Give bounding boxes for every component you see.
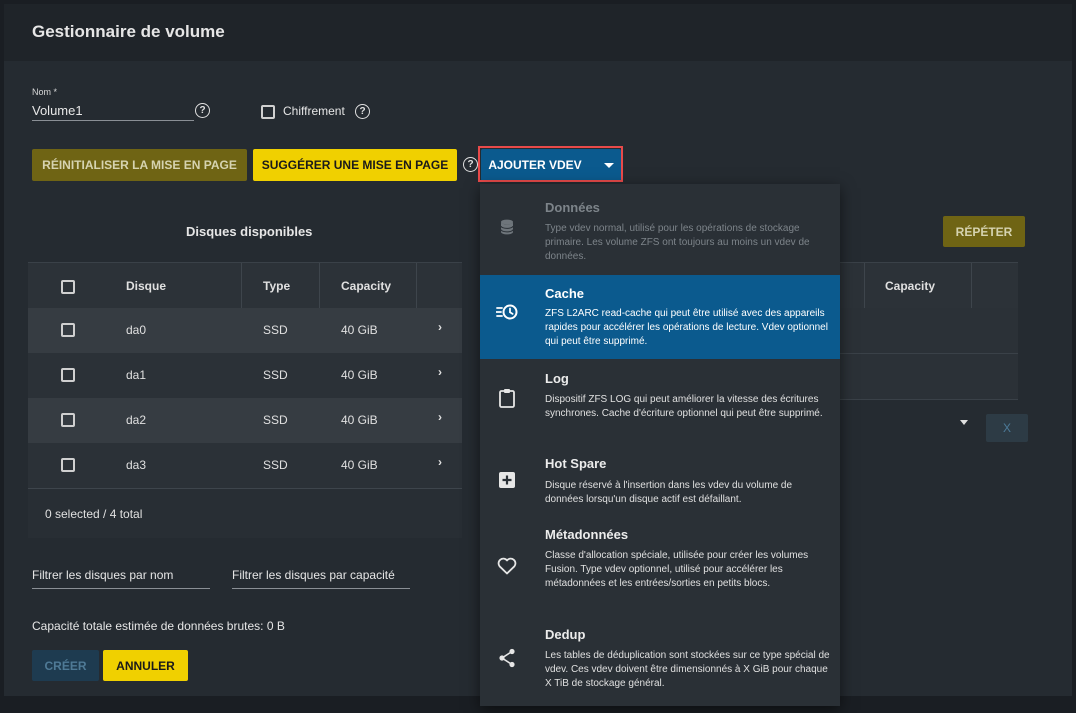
- encryption-help-icon[interactable]: ?: [355, 104, 370, 119]
- table-row[interactable]: da2 SSD 40 GiB ›: [28, 398, 462, 443]
- database-icon: [496, 216, 518, 238]
- disk-name: da0: [126, 323, 147, 337]
- menu-item-description: Disque réservé à l'insertion dans les vd…: [545, 480, 793, 505]
- menu-item-cache[interactable]: Cache ZFS L2ARC read-cache qui peut être…: [480, 275, 840, 359]
- column-separator: [864, 263, 865, 309]
- chevron-right-icon[interactable]: ›: [438, 410, 442, 424]
- column-separator: [416, 263, 417, 309]
- chevron-right-icon[interactable]: ›: [438, 320, 442, 334]
- menu-item-title: Cache: [545, 286, 585, 301]
- menu-item-description: Classe d'allocation spéciale, utilisée p…: [545, 550, 809, 589]
- row-checkbox[interactable]: [61, 413, 75, 427]
- create-button[interactable]: CRÉER: [32, 650, 99, 681]
- disk-capacity: 40 GiB: [341, 323, 378, 337]
- filter-by-capacity-input[interactable]: Filtrer les disques par capacité: [232, 568, 410, 589]
- filter-by-name-input[interactable]: Filtrer les disques par nom: [32, 568, 210, 589]
- disk-type: SSD: [263, 323, 288, 337]
- column-header-disk[interactable]: Disque: [126, 279, 166, 293]
- disk-type: SSD: [263, 368, 288, 382]
- card-header: Gestionnaire de volume: [4, 4, 1072, 61]
- disk-capacity: 40 GiB: [341, 368, 378, 382]
- selection-count: 0 selected / 4 total: [45, 507, 143, 521]
- column-header-capacity[interactable]: Capacity: [885, 279, 935, 293]
- disk-name: da1: [126, 368, 147, 382]
- table-row[interactable]: da0 SSD 40 GiB ›: [28, 308, 462, 353]
- menu-item-description: Les tables de déduplication sont stockée…: [545, 650, 830, 689]
- layout-help-icon[interactable]: ?: [463, 157, 478, 172]
- table-row[interactable]: da1 SSD 40 GiB ›: [28, 353, 462, 398]
- name-help-icon[interactable]: ?: [195, 103, 210, 118]
- table-header: Disque Type Capacity: [28, 262, 462, 309]
- add-vdev-menu: Données Type vdev normal, utilisé pour l…: [480, 184, 840, 706]
- menu-item-hot-spare[interactable]: Hot Spare Disque réservé à l'insertion d…: [480, 445, 840, 517]
- menu-item-description: ZFS L2ARC read-cache qui peut être utili…: [545, 308, 828, 347]
- remove-vdev-button[interactable]: X: [986, 414, 1028, 442]
- menu-item-title: Dedup: [545, 627, 586, 642]
- column-separator: [319, 263, 320, 309]
- menu-item-title: Log: [545, 371, 569, 386]
- disk-capacity: 40 GiB: [341, 458, 378, 472]
- row-checkbox[interactable]: [61, 323, 75, 337]
- select-all-checkbox[interactable]: [61, 280, 75, 294]
- table-footer: 0 selected / 4 total: [28, 488, 462, 538]
- column-header-type[interactable]: Type: [263, 279, 290, 293]
- row-checkbox[interactable]: [61, 368, 75, 382]
- name-input[interactable]: [32, 100, 194, 121]
- menu-item-metadata[interactable]: Métadonnées Classe d'allocation spéciale…: [480, 517, 840, 617]
- encryption-checkbox[interactable]: [261, 105, 275, 119]
- disk-name: da2: [126, 413, 147, 427]
- chevron-right-icon[interactable]: ›: [438, 365, 442, 379]
- chevron-right-icon[interactable]: ›: [438, 455, 442, 469]
- menu-item-dedup[interactable]: Dedup Les tables de déduplication sont s…: [480, 617, 840, 706]
- page-title: Gestionnaire de volume: [32, 22, 225, 41]
- vdev-type-dropdown-icon[interactable]: [960, 420, 968, 425]
- menu-item-title: Métadonnées: [545, 527, 629, 542]
- row-checkbox[interactable]: [61, 458, 75, 472]
- column-separator: [241, 263, 242, 309]
- plus-box-icon: [496, 469, 518, 491]
- share-icon: [496, 647, 518, 669]
- disk-name: da3: [126, 458, 147, 472]
- disk-type: SSD: [263, 458, 288, 472]
- data-vdev-row: [834, 354, 1018, 400]
- add-vdev-highlight: [478, 146, 623, 182]
- encryption-label: Chiffrement: [283, 104, 345, 118]
- menu-item-title: Hot Spare: [545, 456, 607, 471]
- disk-capacity: 40 GiB: [341, 413, 378, 427]
- available-disks-title: Disques disponibles: [186, 224, 313, 239]
- suggest-layout-button[interactable]: SUGGÉRER UNE MISE EN PAGE: [253, 149, 457, 181]
- column-separator: [971, 263, 972, 309]
- menu-item-log[interactable]: Log Dispositif ZFS LOG qui peut améliore…: [480, 359, 840, 445]
- disk-type: SSD: [263, 413, 288, 427]
- estimated-capacity: Capacité totale estimée de données brute…: [32, 619, 285, 633]
- cache-clock-icon: [496, 301, 518, 323]
- menu-item-description: Type vdev normal, utilisé pour les opéra…: [545, 223, 810, 262]
- clipboard-icon: [496, 387, 518, 409]
- column-header-capacity[interactable]: Capacity: [341, 279, 391, 293]
- name-field-label: Nom *: [32, 87, 58, 97]
- table-row[interactable]: da3 SSD 40 GiB ›: [28, 443, 462, 488]
- heart-icon: [496, 555, 518, 577]
- data-vdev-row: [834, 308, 1018, 354]
- menu-item-data: Données Type vdev normal, utilisé pour l…: [480, 184, 840, 274]
- menu-item-title: Données: [545, 200, 600, 215]
- reset-layout-button[interactable]: RÉINITIALISER LA MISE EN PAGE: [32, 149, 247, 181]
- cancel-button[interactable]: ANNULER: [103, 650, 188, 681]
- data-vdev-table-header: Capacity: [834, 262, 1018, 309]
- repeat-button[interactable]: RÉPÉTER: [943, 216, 1025, 247]
- menu-item-description: Dispositif ZFS LOG qui peut améliorer la…: [545, 394, 823, 419]
